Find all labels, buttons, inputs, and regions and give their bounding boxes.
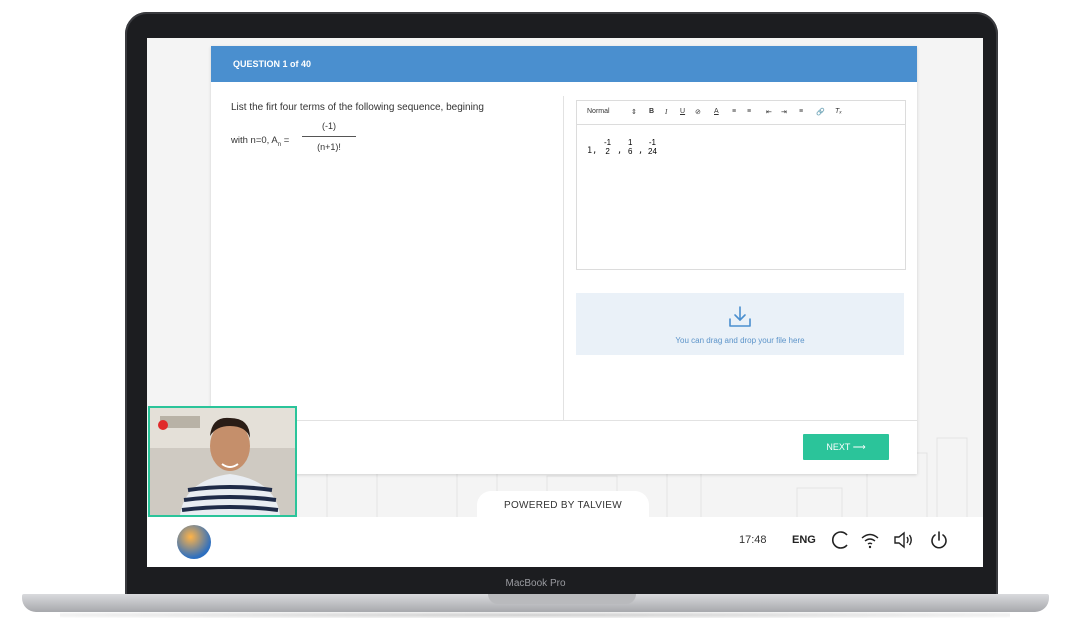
answer-term-3-num: -1 — [648, 138, 657, 147]
formula-fraction: (-1) (n+1)! — [302, 121, 356, 152]
dropzone-label: You can drag and drop your file here — [675, 336, 805, 345]
answer-separator: , — [617, 146, 623, 156]
answer-term-1-den: 2 — [605, 147, 610, 156]
refresh-icon[interactable] — [830, 529, 852, 551]
question-line-1: List the firt four terms of the followin… — [231, 102, 484, 113]
question-text: List the firt four terms of the followin… — [231, 101, 551, 115]
webcam-preview — [148, 406, 297, 517]
indent-icon[interactable]: ⇥ — [781, 108, 787, 116]
answer-term-1: -1 2 — [604, 138, 611, 156]
italic-icon[interactable]: I — [665, 108, 667, 116]
taskbar: 17:48 ENG — [147, 517, 983, 567]
next-button[interactable]: NEXT ⟶ — [803, 434, 889, 460]
question-formula: with n=0, An = — [231, 135, 289, 148]
answer-term-1-num: -1 — [604, 138, 612, 147]
wifi-icon[interactable] — [859, 529, 881, 551]
ordered-list-icon[interactable]: ≡ — [732, 108, 736, 115]
question-header: QUESTION 1 of 40 — [211, 46, 917, 82]
answer-editor[interactable]: Normal ⇕ B I U ⊘ A ≡ ≡ ⇤ ⇥ ≡ 🔗 Tₓ 1, -1 … — [576, 100, 906, 270]
language-indicator[interactable]: ENG — [792, 534, 816, 546]
answer-term-2-den: 6 — [628, 147, 633, 156]
panel-divider — [563, 96, 564, 420]
align-icon[interactable]: ≡ — [799, 108, 803, 115]
footer-divider — [211, 420, 917, 421]
laptop-shadow — [60, 612, 1010, 618]
outdent-icon[interactable]: ⇤ — [766, 108, 772, 116]
powered-by-label: POWERED BY TALVIEW — [503, 500, 623, 511]
webcam-person-image — [150, 408, 295, 515]
answer-term-2-num: 1 — [628, 138, 633, 147]
fraction-numerator: (-1) — [302, 121, 356, 137]
equals-sign: = — [281, 135, 290, 146]
answer-first-term: 1, — [587, 146, 598, 156]
power-icon[interactable] — [928, 529, 950, 551]
bullet-list-icon[interactable]: ≡ — [747, 108, 751, 115]
taskbar-clock: 17:48 — [739, 534, 767, 546]
bold-icon[interactable]: B — [649, 108, 654, 115]
question-card: QUESTION 1 of 40 List the firt four term… — [211, 46, 917, 474]
download-icon — [729, 306, 751, 327]
question-line-2-prefix: with n=0, A — [231, 135, 278, 146]
question-counter: QUESTION 1 of 40 — [233, 59, 312, 69]
volume-icon[interactable] — [892, 529, 914, 551]
editor-toolbar: Normal ⇕ B I U ⊘ A ≡ ≡ ⇤ ⇥ ≡ 🔗 Tₓ — [577, 101, 905, 125]
link-icon[interactable]: 🔗 — [816, 108, 825, 116]
text-color-icon[interactable]: A — [714, 108, 719, 115]
underline-icon[interactable]: U — [680, 108, 685, 115]
answer-separator: , — [638, 146, 644, 156]
arrow-right-icon: ⟶ — [852, 442, 866, 452]
answer-term-3: -1 24 — [648, 138, 657, 156]
start-icon[interactable] — [177, 525, 211, 559]
device-label: MacBook Pro — [505, 578, 566, 589]
next-button-label: NEXT — [826, 442, 851, 452]
strikethrough-icon[interactable]: ⊘ — [695, 108, 701, 116]
answer-term-3-den: 24 — [648, 147, 657, 156]
screen: QUESTION 1 of 40 List the firt four term… — [147, 38, 983, 567]
format-select[interactable]: Normal — [587, 108, 610, 115]
file-dropzone[interactable]: You can drag and drop your file here — [576, 293, 904, 355]
format-select-arrow-icon[interactable]: ⇕ — [631, 108, 637, 116]
recording-indicator — [158, 420, 168, 430]
clear-format-icon[interactable]: Tₓ — [835, 108, 842, 115]
fraction-denominator: (n+1)! — [317, 142, 341, 152]
answer-term-2: 1 6 — [628, 138, 632, 156]
laptop-notch — [488, 594, 636, 604]
